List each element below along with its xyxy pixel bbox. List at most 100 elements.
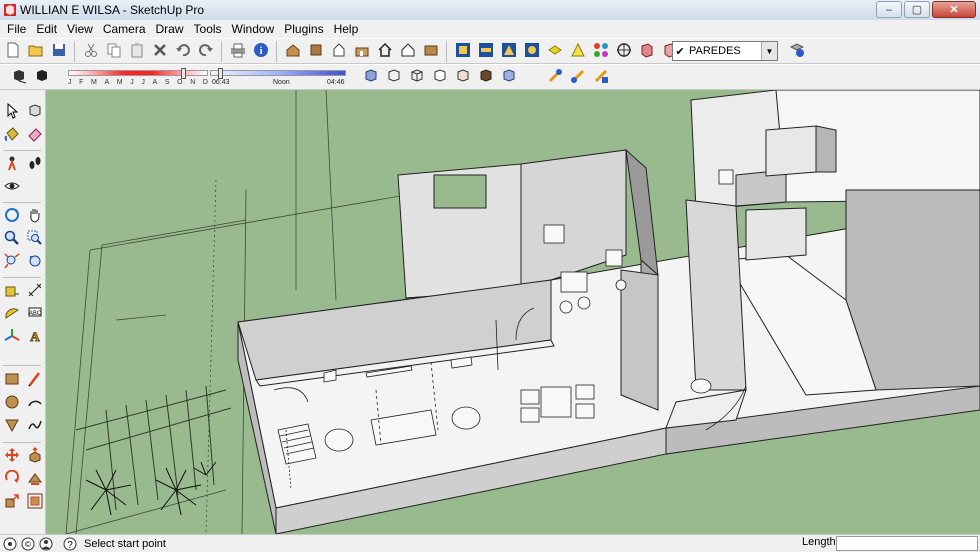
model-info-button[interactable]: i — [250, 41, 271, 62]
paint-bucket-tool[interactable] — [1, 125, 22, 146]
menu-file[interactable]: File — [2, 20, 31, 38]
geo-location-icon[interactable] — [2, 536, 18, 552]
undo-button[interactable] — [172, 41, 193, 62]
arc-tool[interactable] — [24, 393, 45, 414]
rotate-tool[interactable] — [1, 469, 22, 490]
eraser-tool[interactable] — [24, 125, 45, 146]
move-tool[interactable] — [1, 446, 22, 467]
tape-measure-tool[interactable] — [1, 281, 22, 302]
zoom-window-tool[interactable] — [24, 229, 45, 250]
components-button[interactable] — [521, 41, 542, 62]
protractor-tool[interactable] — [1, 304, 22, 325]
new-file-button[interactable] — [2, 41, 23, 62]
pan-tool[interactable] — [24, 206, 45, 227]
back-view-button[interactable] — [374, 41, 395, 62]
cut-button[interactable] — [80, 41, 101, 62]
offset-tool[interactable] — [24, 492, 45, 513]
menu-draw[interactable]: Draw — [151, 20, 189, 38]
back-edges-button[interactable] — [383, 67, 404, 88]
3d-text-tool[interactable]: A — [24, 327, 45, 348]
hidden-line-button[interactable] — [429, 67, 450, 88]
iso-view-button[interactable] — [282, 41, 303, 62]
look-around-tool[interactable] — [1, 177, 22, 198]
styles-button[interactable] — [567, 41, 588, 62]
maximize-button[interactable]: ▢ — [904, 1, 930, 18]
help-icon[interactable]: ? — [62, 536, 78, 552]
time-slider-thumb[interactable] — [217, 68, 223, 79]
photo-textures-button[interactable] — [590, 67, 611, 88]
time-slider[interactable] — [210, 68, 346, 79]
display-section-planes-button[interactable] — [475, 41, 496, 62]
menu-tools[interactable]: Tools — [189, 20, 227, 38]
right-view-button[interactable] — [351, 41, 372, 62]
toggle-terrain-button[interactable] — [567, 67, 588, 88]
month-label: J — [141, 79, 145, 86]
paste-icon — [129, 42, 145, 61]
previous-view-tool[interactable] — [24, 252, 45, 273]
walk-tool[interactable] — [24, 154, 45, 175]
xray-button[interactable] — [360, 67, 381, 88]
make-component-tool[interactable] — [24, 102, 45, 123]
zoom-extents-tool[interactable] — [1, 252, 22, 273]
wireframe-button[interactable] — [406, 67, 427, 88]
month-slider-thumb[interactable] — [181, 68, 187, 79]
bottom-view-button[interactable] — [420, 41, 441, 62]
menu-plugins[interactable]: Plugins — [279, 20, 328, 38]
month-slider[interactable] — [68, 68, 208, 79]
position-camera-tool[interactable] — [1, 154, 22, 175]
top-view-button[interactable] — [305, 41, 326, 62]
dimension-tool[interactable] — [24, 281, 45, 302]
minimize-button[interactable]: – — [876, 1, 902, 18]
rectangle-tool[interactable] — [1, 370, 22, 391]
eraser-icon — [27, 126, 43, 145]
front-view-button[interactable] — [328, 41, 349, 62]
measurements-input[interactable] — [836, 536, 978, 551]
month-label: A — [104, 79, 110, 86]
user-icon[interactable] — [38, 536, 54, 552]
shadow-settings-button[interactable] — [8, 67, 29, 88]
save-button[interactable] — [48, 41, 69, 62]
redo-button[interactable] — [195, 41, 216, 62]
monochrome-button[interactable] — [498, 67, 519, 88]
follow-me-tool[interactable] — [24, 469, 45, 490]
close-button[interactable]: ✕ — [932, 1, 976, 18]
textured-icon — [478, 68, 494, 87]
copy-button[interactable] — [103, 41, 124, 62]
freehand-tool[interactable] — [24, 416, 45, 437]
materials-button[interactable] — [544, 41, 565, 62]
left-view-button[interactable] — [397, 41, 418, 62]
layers-button[interactable] — [590, 41, 611, 62]
section-plane-button[interactable] — [452, 41, 473, 62]
credits-icon[interactable]: © — [20, 536, 36, 552]
menu-camera[interactable]: Camera — [98, 20, 151, 38]
zoom-tool[interactable] — [1, 229, 22, 250]
erase-button[interactable] — [149, 41, 170, 62]
push-pull-tool[interactable] — [24, 446, 45, 467]
layer-dropdown[interactable]: ✔ PAREDES ▼ — [672, 41, 778, 61]
axes-tool[interactable] — [1, 327, 22, 348]
menu-help[interactable]: Help — [329, 20, 364, 38]
add-location-button[interactable] — [544, 67, 565, 88]
layer-manager-button[interactable] — [786, 41, 807, 62]
text-tool[interactable]: ABC — [24, 304, 45, 325]
chevron-down-icon[interactable]: ▼ — [761, 42, 777, 60]
line-tool[interactable] — [24, 370, 45, 391]
select-tool[interactable] — [1, 102, 22, 123]
shaded-button[interactable] — [452, 67, 473, 88]
polygon-tool[interactable] — [1, 416, 22, 437]
orbit-tool[interactable] — [1, 206, 22, 227]
display-section-cuts-button[interactable] — [498, 41, 519, 62]
orbit-nav-button[interactable] — [613, 41, 634, 62]
scale-tool[interactable] — [1, 492, 22, 513]
print-button[interactable] — [227, 41, 248, 62]
menu-edit[interactable]: Edit — [31, 20, 62, 38]
display-shadows-button[interactable] — [31, 67, 52, 88]
walk-button[interactable] — [636, 41, 657, 62]
menu-window[interactable]: Window — [227, 20, 280, 38]
paste-button[interactable] — [126, 41, 147, 62]
circle-tool[interactable] — [1, 393, 22, 414]
model-viewport[interactable] — [46, 90, 980, 534]
menu-view[interactable]: View — [62, 20, 98, 38]
open-file-button[interactable] — [25, 41, 46, 62]
shaded-textures-button[interactable] — [475, 67, 496, 88]
